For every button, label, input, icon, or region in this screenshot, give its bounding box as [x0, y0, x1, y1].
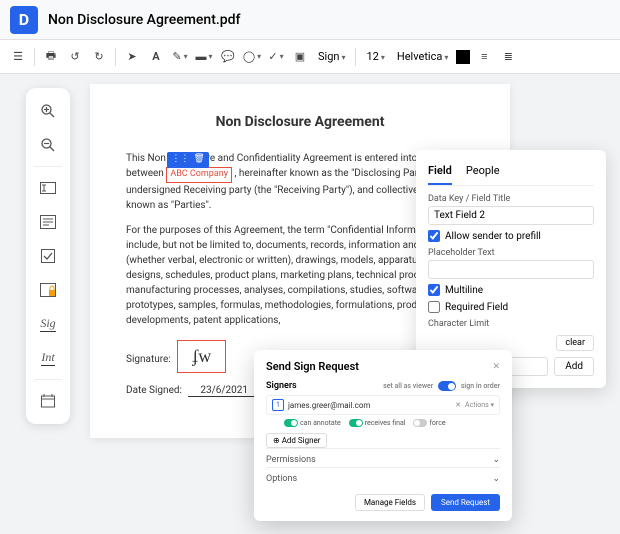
date-field-icon[interactable]	[33, 386, 63, 416]
datakey-label: Data Key / Field Title	[428, 194, 594, 204]
date-signed-value: 23/6/2021	[188, 385, 260, 397]
chevron-down-icon: ⌄	[492, 474, 500, 484]
toolbar: ☰ 🖶 ↺ ↻ ➤ A ✎▾ ▬▾ 💬 ◯▾ ✓▾ ▣ Sign▾ 12▾ He…	[0, 40, 620, 74]
signers-heading: Signers	[266, 381, 297, 391]
checkbox-field-icon[interactable]	[33, 241, 63, 271]
redo-icon[interactable]: ↻	[89, 47, 109, 67]
zoom-out-icon[interactable]	[33, 130, 63, 160]
multiline-label: Multiline	[445, 285, 483, 296]
sign-in-order-toggle[interactable]	[438, 381, 456, 391]
text-field-icon[interactable]	[33, 173, 63, 203]
file-name: Non Disclosure Agreement.pdf	[48, 12, 240, 28]
delete-icon[interactable]: 🗑	[193, 153, 204, 167]
required-checkbox[interactable]	[428, 301, 440, 313]
receives-final-toggle[interactable]	[349, 419, 363, 427]
signer-remove-icon[interactable]: ✕	[455, 401, 461, 409]
check-tool-icon[interactable]: ✓▾	[266, 47, 286, 67]
placeholder-label: Placeholder Text	[428, 248, 594, 258]
doc-title: Non Disclosure Agreement	[126, 112, 474, 133]
chevron-down-icon: ⌄	[492, 455, 500, 465]
signer-row: 1 james.greer@mail.com ✕ Actions ▾	[266, 395, 500, 415]
separator	[355, 48, 356, 66]
image-tool-icon[interactable]: ▣	[290, 47, 310, 67]
charlimit-label: Character Limit	[428, 319, 594, 329]
separator	[34, 48, 35, 66]
placeholder-input[interactable]	[428, 260, 594, 279]
signature-field[interactable]: ʄw	[177, 340, 226, 373]
send-sign-request-panel: Send Sign Request ✕ Signers set all as v…	[254, 350, 512, 521]
allow-prefill-label: Allow sender to prefill	[445, 231, 541, 242]
field-toolbar: Sig Int	[26, 88, 70, 424]
add-button[interactable]: Add	[554, 357, 594, 376]
separator	[115, 48, 116, 66]
zoom-in-icon[interactable]	[33, 96, 63, 126]
clear-button[interactable]: clear	[556, 335, 594, 351]
date-signed-label: Date Signed:	[126, 385, 182, 396]
cursor-icon[interactable]: ➤	[122, 47, 142, 67]
font-family-select[interactable]: Helvetica▾	[393, 48, 452, 65]
app-logo: D	[10, 6, 38, 34]
company-field-token[interactable]: ⋮⋮ 🗑 ABC Company	[166, 167, 232, 183]
signer-toggles: can annotate receives final force	[284, 419, 500, 427]
align-left-icon[interactable]: ≡	[474, 47, 494, 67]
note-tool-icon[interactable]: 💬	[218, 47, 238, 67]
tab-people[interactable]: People	[466, 160, 500, 185]
signature-label: Signature:	[126, 354, 171, 365]
undo-icon[interactable]: ↺	[65, 47, 85, 67]
divider	[34, 166, 62, 167]
color-swatch[interactable]	[456, 50, 470, 64]
signer-index: 1	[272, 399, 284, 411]
shape-tool-icon[interactable]: ◯▾	[242, 47, 262, 67]
force-toggle[interactable]	[413, 419, 427, 427]
pen-tool-icon[interactable]: ✎▾	[170, 47, 190, 67]
signer-email: james.greer@mail.com	[288, 401, 451, 410]
annotate-toggle[interactable]	[284, 419, 298, 427]
print-icon[interactable]: 🖶	[41, 47, 61, 67]
tab-field[interactable]: Field	[428, 160, 452, 185]
multiline-checkbox[interactable]	[428, 284, 440, 296]
send-request-button[interactable]: Send Request	[431, 494, 500, 511]
signer-actions-dropdown[interactable]: Actions ▾	[465, 401, 494, 409]
allow-prefill-checkbox[interactable]	[428, 230, 440, 242]
text-tool-icon[interactable]: A	[146, 47, 166, 67]
align-center-icon[interactable]: ≣	[498, 47, 518, 67]
divider	[34, 379, 62, 380]
permissions-section[interactable]: Permissions⌄	[266, 448, 500, 467]
manage-fields-button[interactable]: Manage Fields	[355, 494, 425, 511]
sign-dropdown[interactable]: Sign▾	[314, 48, 349, 65]
close-icon[interactable]: ✕	[492, 362, 500, 372]
titlebar: D Non Disclosure Agreement.pdf	[0, 0, 620, 40]
datakey-input[interactable]	[428, 206, 594, 225]
initials-field-icon[interactable]: Int	[33, 343, 63, 373]
drag-icon[interactable]: ⋮⋮	[171, 153, 189, 167]
signature-field-icon[interactable]: Sig	[33, 309, 63, 339]
send-panel-title: Send Sign Request	[266, 360, 359, 373]
options-section[interactable]: Options⌄	[266, 467, 500, 486]
paragraph-field-icon[interactable]	[33, 207, 63, 237]
sign-order-controls: set all as viewer sign in order	[383, 381, 500, 391]
lock-field-icon[interactable]	[33, 275, 63, 305]
add-signer-button[interactable]: ⊕ Add Signer	[266, 433, 327, 448]
set-all-viewer-link[interactable]: set all as viewer	[383, 382, 433, 390]
required-label: Required Field	[445, 302, 508, 313]
highlight-tool-icon[interactable]: ▬▾	[194, 47, 214, 67]
menu-icon[interactable]: ☰	[8, 47, 28, 67]
font-size-select[interactable]: 12▾	[362, 48, 388, 65]
token-handle[interactable]: ⋮⋮ 🗑	[167, 152, 208, 168]
